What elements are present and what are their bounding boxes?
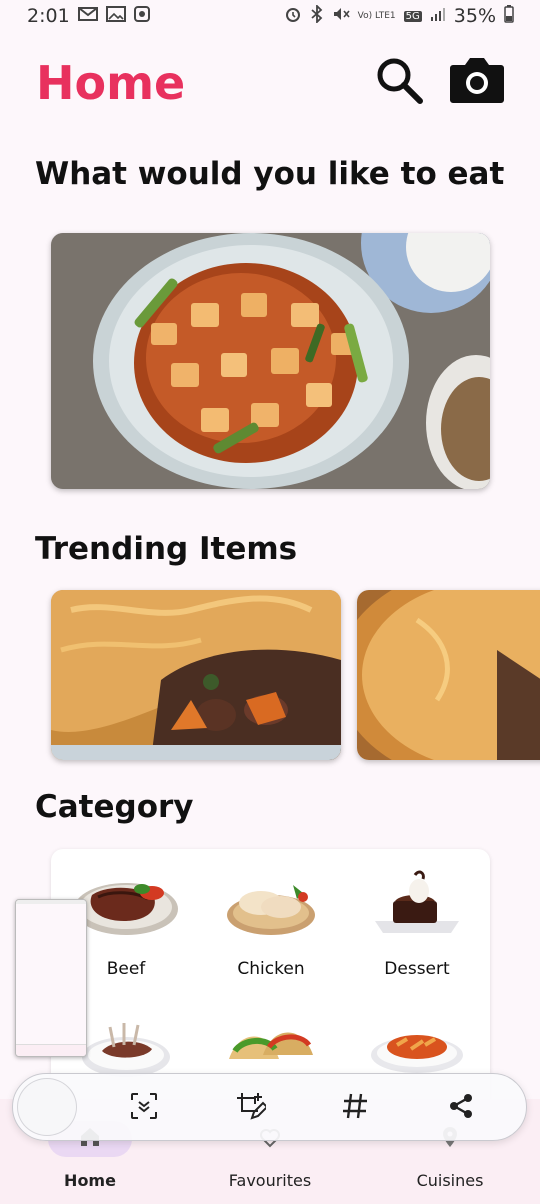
scan-button[interactable]: [124, 1088, 164, 1128]
battery-percent: 35%: [453, 5, 496, 27]
screenshot-thumbnail[interactable]: [15, 899, 87, 1057]
camera-icon: [449, 55, 505, 109]
gmail-icon: [77, 6, 98, 26]
trending-item-card[interactable]: [357, 590, 540, 760]
edit-crop-icon: [234, 1090, 269, 1126]
alarm-icon: [284, 5, 302, 27]
category-title: Category: [35, 789, 194, 825]
share-icon: [447, 1092, 475, 1124]
prompt-title: What would you like to eat: [35, 156, 505, 192]
hashtag-icon: [341, 1092, 369, 1124]
scan-icon: [129, 1091, 159, 1125]
search-icon: [373, 54, 425, 110]
trending-item-card[interactable]: [51, 590, 341, 760]
featured-dish-image[interactable]: [51, 233, 490, 489]
mute-icon: [332, 5, 350, 27]
category-label: Chicken: [237, 959, 305, 979]
trending-title: Trending Items: [35, 531, 298, 567]
nav-label: Cuisines: [416, 1171, 484, 1190]
nav-label: Home: [64, 1171, 116, 1190]
hashtag-button[interactable]: [335, 1088, 375, 1128]
dessert-image: [347, 867, 487, 943]
category-label: Dessert: [384, 959, 450, 979]
status-bar: 2:01 Vo) LTE1 5G 35%: [0, 0, 540, 32]
screenshot-toolbar: [12, 1073, 527, 1141]
toolbar-handle[interactable]: [17, 1078, 77, 1136]
bluetooth-icon: [310, 3, 324, 27]
camera-button[interactable]: [448, 54, 506, 110]
signal-icon: [430, 6, 446, 26]
nav-label: Favourites: [228, 1171, 312, 1190]
category-panel: Beef Chicken Dessert: [51, 849, 490, 1109]
category-item-dessert[interactable]: Dessert: [347, 867, 487, 979]
battery-icon: [504, 5, 514, 27]
chicken-image: [201, 867, 341, 943]
search-button[interactable]: [370, 54, 428, 110]
category-item-chicken[interactable]: Chicken: [201, 867, 341, 979]
volte-label: Vo) LTE1: [357, 10, 396, 21]
share-button[interactable]: [441, 1088, 481, 1128]
page-title: Home: [36, 56, 186, 110]
status-time: 2:01: [27, 5, 70, 27]
app-icon: [133, 6, 150, 26]
photo-icon: [105, 6, 126, 26]
network-type: 5G: [403, 10, 422, 22]
edit-crop-button[interactable]: [230, 1088, 270, 1128]
